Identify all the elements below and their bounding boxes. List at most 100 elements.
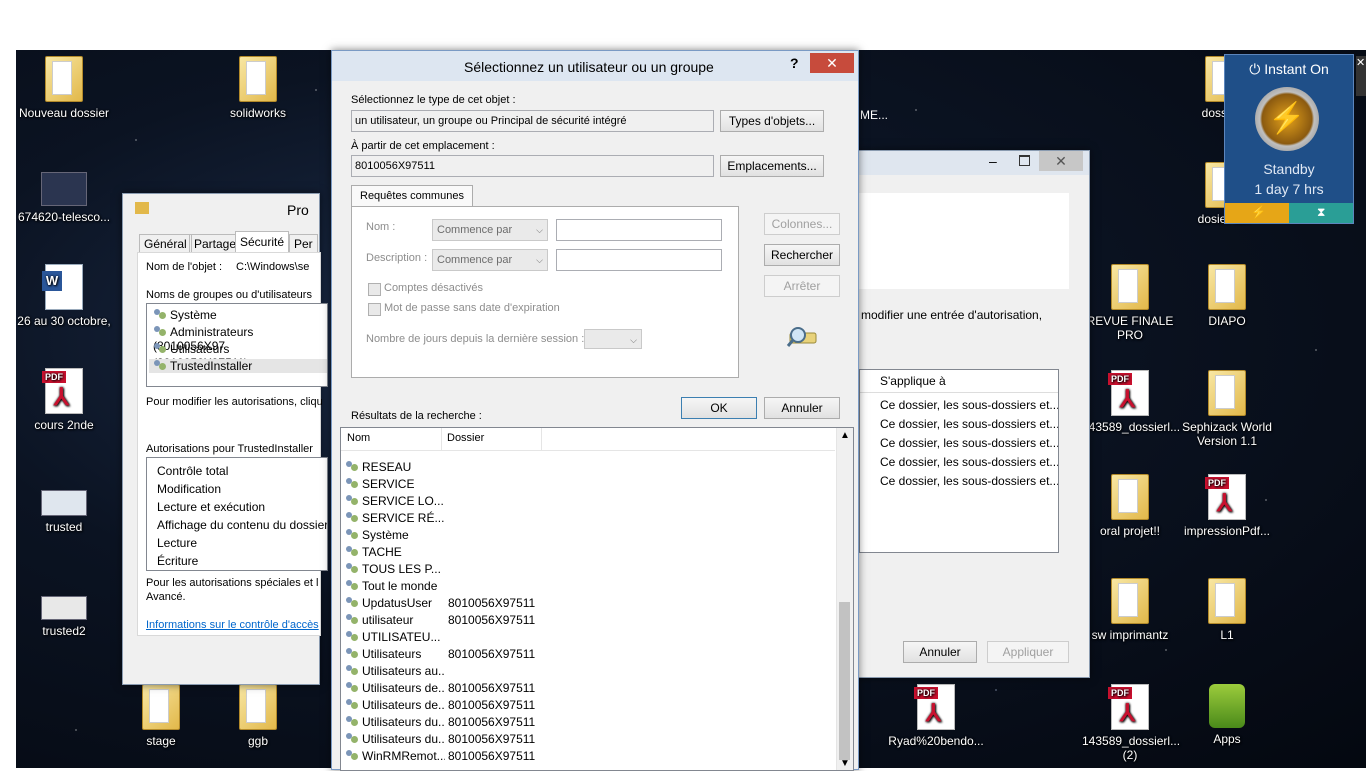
desktop-icon-label: sw imprimantz: [1091, 628, 1169, 642]
permission-entry[interactable]: Ce dossier, les sous-dossiers et...: [880, 398, 1059, 415]
minimize-icon[interactable]: –: [989, 153, 997, 169]
users-icon: [153, 309, 167, 321]
close-button[interactable]: ✕: [810, 53, 854, 73]
desktop-icon-ryad[interactable]: Ryad%20bendo...: [888, 684, 984, 748]
desktop-icon-apps[interactable]: Apps: [1179, 684, 1275, 746]
applies-to-header[interactable]: S'applique à: [880, 374, 946, 388]
result-row[interactable]: WinRMRemot... 8010056X97511: [345, 749, 645, 766]
desktop-icon-word-doc[interactable]: 26 au 30 octobre,: [16, 264, 112, 328]
no-expire-password-checkbox[interactable]: [368, 303, 381, 316]
result-row[interactable]: SERVICE: [345, 477, 645, 494]
result-row[interactable]: Tout le monde: [345, 579, 645, 596]
disabled-accounts-checkbox[interactable]: [368, 283, 381, 296]
column-header-name[interactable]: Nom: [347, 432, 437, 444]
result-row[interactable]: SERVICE LO...: [345, 494, 645, 511]
results-scrollbar[interactable]: ▲ ▼: [836, 428, 853, 770]
permission-entry[interactable]: Ce dossier, les sous-dossiers et...: [880, 474, 1058, 491]
search-results-list[interactable]: Nom Dossier RESEAU SERVICE SERVICE LO... SE…: [340, 427, 854, 771]
tab-securite[interactable]: Sécurité: [235, 231, 290, 253]
description-input[interactable]: [556, 249, 722, 271]
desktop-icon-stage[interactable]: stage: [113, 684, 209, 748]
group-item-systeme[interactable]: Système: [153, 308, 217, 322]
stop-button[interactable]: Arrêter: [764, 275, 840, 297]
cancel-button[interactable]: Annuler: [764, 397, 840, 419]
result-row[interactable]: Système: [345, 528, 645, 545]
search-button[interactable]: Rechercher: [764, 244, 840, 266]
result-row[interactable]: Utilisateurs du... 8010056X97511: [345, 715, 645, 732]
desktop-icon-143589-2[interactable]: 143589_dossierl... (2): [1082, 684, 1180, 762]
result-row[interactable]: TACHE: [345, 545, 645, 562]
desktop-icon-nouveau-dossier[interactable]: Nouveau dossier: [16, 56, 112, 120]
desktop-icon-oral-projet[interactable]: oral projet!!: [1082, 474, 1178, 538]
desktop-icon-telescope[interactable]: 674620-telesco...: [16, 172, 112, 224]
users-icon: [153, 360, 167, 372]
desktop-icon-cours-2nde[interactable]: cours 2nde: [16, 368, 112, 432]
description-label: Description :: [366, 252, 428, 264]
instant-on-widget[interactable]: ⏻ Instant On ⚡ Standby 1 day 7 hrs ⚡ ⧗: [1224, 54, 1354, 224]
maximize-icon[interactable]: [1019, 155, 1030, 166]
desktop-icon-ggb[interactable]: ggb: [210, 684, 306, 748]
close-button[interactable]: ✕: [1039, 151, 1083, 171]
tab-general[interactable]: Général: [139, 234, 192, 253]
result-row[interactable]: Utilisateurs 8010056X97511: [345, 647, 645, 664]
name-input[interactable]: [556, 219, 722, 241]
desktop-icon-trusted[interactable]: trusted: [16, 490, 112, 534]
permission-entries-list[interactable]: S'applique à Ce dossier, les sous-dossie…: [859, 369, 1059, 553]
desktop-icon-revue-finale[interactable]: REVUE FINALE PRO: [1082, 264, 1178, 342]
tab-partage[interactable]: Partage: [189, 234, 242, 253]
applies-to-value: Ce dossier, les sous-dossiers et...: [880, 398, 1059, 412]
result-name-text: SERVICE LO...: [362, 494, 444, 508]
pdf-icon: [1205, 474, 1246, 520]
desktop-icon-l1[interactable]: L1: [1179, 578, 1275, 642]
ok-button[interactable]: OK: [681, 397, 757, 419]
result-row[interactable]: Utilisateurs de... 8010056X97511: [345, 698, 645, 715]
desktop-icon-sw-imprimantz[interactable]: sw imprimantz: [1082, 578, 1178, 642]
scroll-down-icon[interactable]: ▼: [840, 758, 850, 769]
description-filter-combo[interactable]: Commence par ⌵: [432, 249, 548, 271]
tab-common-queries[interactable]: Requêtes communes: [351, 185, 473, 206]
result-row[interactable]: Utilisateurs de... 8010056X97511: [345, 681, 645, 698]
group-item-trustedinstaller[interactable]: TrustedInstaller: [149, 359, 327, 373]
tab-per[interactable]: Per: [289, 234, 318, 253]
result-row[interactable]: TOUS LES P...: [345, 562, 645, 579]
result-row[interactable]: Utilisateurs du... 8010056X97511: [345, 732, 645, 749]
combo-value: Commence par: [437, 224, 513, 236]
result-name-text: RESEAU: [362, 460, 412, 474]
locations-button[interactable]: Emplacements...: [720, 155, 824, 177]
desktop-icon-solidworks[interactable]: solidworks: [210, 56, 306, 120]
combo-value: Commence par: [437, 254, 513, 266]
permission-entry[interactable]: Ce dossier, les sous-dossiers et...: [880, 417, 1058, 434]
result-row[interactable]: UTILISATEU...: [345, 630, 645, 647]
result-row[interactable]: utilisateur 8010056X97511: [345, 613, 645, 630]
result-row[interactable]: Utilisateurs au...: [345, 664, 645, 681]
result-name-text: UpdatusUser: [362, 596, 433, 610]
object-type-label: Sélectionnez le type de cet objet :: [351, 94, 516, 106]
advanced-cancel-button[interactable]: Annuler: [903, 641, 977, 663]
result-row[interactable]: SERVICE RÉ...: [345, 511, 645, 528]
permission-entry[interactable]: Ce dossier, les sous-dossiers et...: [880, 436, 1058, 453]
result-name: Utilisateurs: [345, 647, 445, 661]
desktop-icon-trusted2[interactable]: trusted2: [16, 596, 112, 638]
groups-list[interactable]: Système Administrateurs (8010056X97 Util…: [146, 303, 328, 387]
desktop-icon-label: Apps: [1213, 732, 1241, 746]
desktop-icon-143589[interactable]: 143589_dossierl...: [1082, 370, 1180, 434]
column-header-folder[interactable]: Dossier: [447, 432, 537, 444]
scroll-up-icon[interactable]: ▲: [840, 430, 850, 441]
days-since-logon-combo[interactable]: ⌵: [584, 329, 642, 349]
desktop-icon-sephizack[interactable]: Sephizack World Version 1.1: [1179, 370, 1275, 448]
help-button[interactable]: ?: [790, 55, 799, 71]
permission-entry[interactable]: Ce dossier, les sous-dossiers et...: [880, 455, 1058, 472]
access-control-link[interactable]: Informations sur le contrôle d'accès: [146, 619, 319, 631]
apply-button[interactable]: Appliquer: [987, 641, 1069, 663]
columns-button[interactable]: Colonnes...: [764, 213, 840, 235]
object-types-button[interactable]: Types d'objets...: [720, 110, 824, 132]
result-row[interactable]: UpdatusUser 8010056X97511: [345, 596, 645, 613]
result-row[interactable]: RESEAU: [345, 460, 645, 477]
desktop-icon-diapo[interactable]: DIAPO: [1179, 264, 1275, 328]
desktop-icon-label: L1: [1220, 628, 1234, 642]
desktop-icon-impressionpdf[interactable]: impressionPdf...: [1179, 474, 1275, 538]
desktop-icon-label: solidworks: [229, 106, 286, 120]
name-filter-combo[interactable]: Commence par ⌵: [432, 219, 548, 241]
scroll-thumb[interactable]: [839, 602, 850, 760]
widget-close-icon[interactable]: ✕: [1356, 56, 1366, 96]
